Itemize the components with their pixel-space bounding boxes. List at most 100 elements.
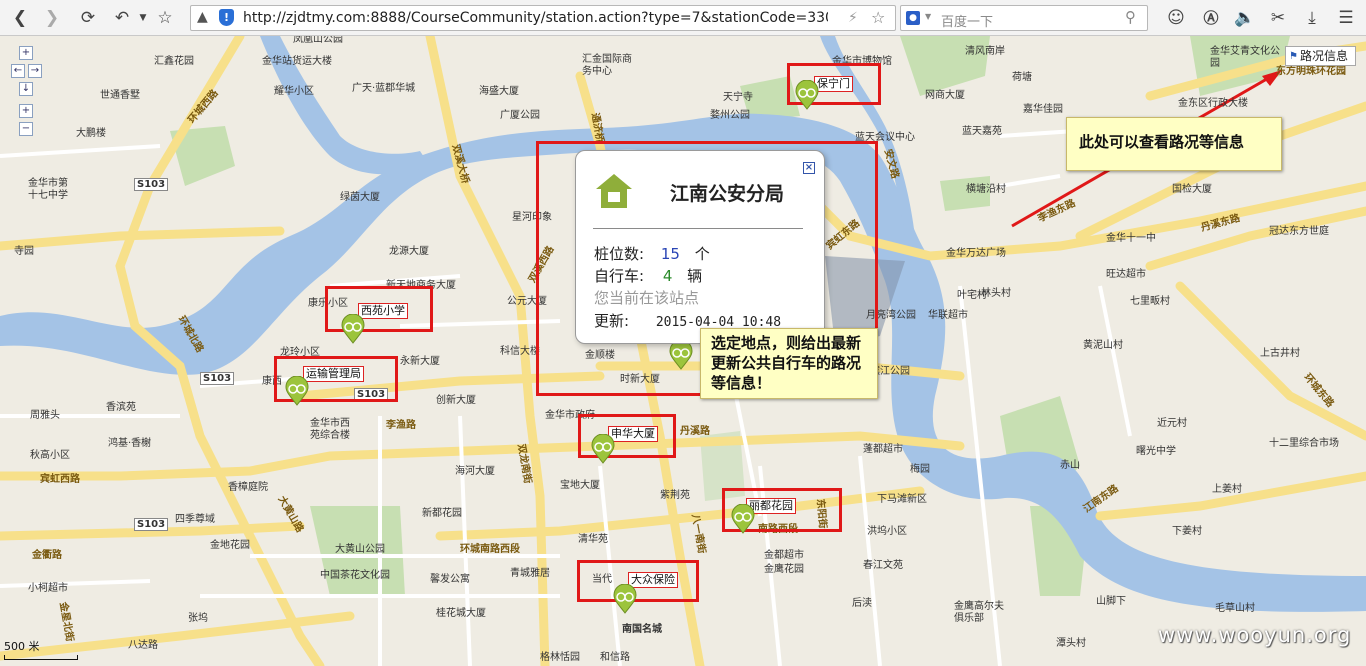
zoom-out-button[interactable]: − (19, 122, 33, 136)
bike-label: 自行车: (594, 267, 645, 285)
map-label: 洪坞小区 (867, 526, 907, 537)
map-label: 海盛大厦 (479, 86, 519, 97)
map-label: 南国名城 (622, 624, 662, 635)
map-label: 广天·蓝郡华城 (352, 83, 416, 94)
map-label: 赤山 (1060, 460, 1080, 471)
map-label: 蓬都超市 (863, 444, 903, 455)
road-label: 金衢路 (32, 550, 62, 561)
map-label: 世通香墅 (100, 90, 140, 101)
map-label: 金华站货运大楼 (262, 56, 332, 67)
map-label: 下马滩新区 (877, 494, 927, 505)
menu-icon[interactable]: ☰ (1334, 6, 1358, 30)
bike-station-pin-icon[interactable] (612, 584, 638, 614)
pan-left-button[interactable]: ← (11, 64, 25, 78)
map-label: 金鹰花园 (764, 564, 804, 575)
map-label: 桂花城大厦 (436, 608, 486, 619)
scale-bar (4, 655, 78, 660)
chat-icon[interactable]: ☺ (1164, 6, 1188, 30)
search-box[interactable]: ● ▼ 百度一下 ⚲ (900, 5, 1148, 31)
bike-unit: 辆 (687, 267, 703, 285)
bike-station-pin-icon[interactable] (794, 80, 820, 110)
map-label: 毛草山村 (1215, 603, 1255, 614)
map-label: 国检大厦 (1172, 184, 1212, 195)
close-icon[interactable]: × (803, 162, 815, 174)
map-label: 金都超市 (764, 550, 804, 561)
forward-icon[interactable]: ❯ (40, 6, 64, 30)
popup-title: 江南公安分局 (670, 183, 785, 205)
download-icon[interactable]: ⤓ (1300, 6, 1324, 30)
map-label: 金华艾青文化公园 (1210, 46, 1280, 69)
station-label-transport-bureau[interactable]: 运输管理局 (303, 366, 364, 382)
watermark: www.wooyun.org (1158, 623, 1352, 647)
map-label: 上古井村 (1260, 348, 1300, 359)
flag-icon: ⚑ (1289, 51, 1298, 62)
map-label: 龙源大厦 (389, 246, 429, 257)
map-label: 汇鑫花园 (154, 56, 194, 67)
back-icon[interactable]: ❮ (8, 6, 32, 30)
reload-icon[interactable]: ⟳ (76, 6, 100, 30)
zoom-in-button[interactable]: + (19, 104, 33, 118)
map-label: 梅园 (910, 464, 930, 475)
map-label: 旺达超市 (1106, 269, 1146, 280)
map-label: 婺州公园 (710, 110, 750, 121)
bike-count-row: 自行车: 4 辆 (594, 265, 702, 286)
map-label: 寺园 (14, 246, 34, 257)
road-label: 李渔路 (386, 420, 416, 431)
pan-down-button[interactable]: ↓ (19, 82, 33, 96)
highway-shield: S103 (134, 178, 169, 191)
bike-station-pin-icon[interactable] (284, 376, 310, 406)
search-icon[interactable]: ⚲ (1125, 8, 1136, 26)
traffic-annotation-note: 此处可以查看路况等信息 (1066, 117, 1282, 171)
map-label: 秋高小区 (30, 450, 70, 461)
bike-station-pin-icon[interactable] (730, 504, 756, 534)
map-scale-label: 500 米 (4, 640, 40, 653)
map-label: 大鹏楼 (76, 128, 106, 139)
url-text[interactable]: http://zjdtmy.com:8888/CourseCommunity/s… (243, 10, 828, 26)
engine-dropdown-icon[interactable]: ▼ (925, 12, 931, 21)
app-launcher-icon[interactable]: ▲ (197, 9, 208, 25)
pile-count-row: 桩位数: 15 个 (594, 243, 710, 264)
road-label: 丹溪路 (680, 426, 710, 437)
map-label: 天宁寺 (723, 92, 753, 103)
map-label: 香滨苑 (106, 402, 136, 413)
pan-up-button[interactable]: + (19, 46, 33, 60)
map-label: 新都花园 (422, 508, 462, 519)
bike-value: 4 (662, 267, 673, 285)
road-label: 宾虹西路 (40, 474, 80, 485)
screenshot-scissors-icon[interactable]: ✂ (1266, 6, 1290, 30)
baidu-paw-icon[interactable]: ● (906, 11, 920, 25)
current-station-note: 您当前在该站点 (594, 289, 700, 307)
map-label: 八达路 (128, 640, 158, 651)
update-label: 更新: (594, 312, 630, 330)
map-canvas[interactable]: 凤凰山公园 汇鑫花园 金华站货运大楼 耀华小区 广天·蓝郡华城 世通香墅 大鹏楼… (0, 36, 1366, 666)
map-label: 大黄山公园 (335, 544, 385, 555)
map-label: 潭头村 (1056, 638, 1086, 649)
map-label: 宝地大厦 (560, 480, 600, 491)
popup-divider (593, 228, 803, 229)
speaker-icon[interactable]: 🔈 (1233, 6, 1257, 30)
pan-right-button[interactable]: → (28, 64, 42, 78)
adblock-icon[interactable]: Ⓐ (1199, 6, 1223, 30)
map-label: 后渎 (852, 598, 872, 609)
map-label: 嘉华佳园 (1023, 104, 1063, 115)
speed-mode-icon[interactable]: ⚡ (848, 10, 858, 26)
map-label: 金华万达广场 (946, 248, 1006, 259)
bookmark-star-icon[interactable]: ☆ (153, 6, 177, 30)
map-label: 金鹰高尔夫俱乐部 (954, 601, 1004, 624)
security-shield-icon[interactable]: ! (219, 9, 234, 26)
map-label: 上姜村 (1212, 484, 1242, 495)
favorite-star-icon[interactable]: ☆ (871, 8, 885, 27)
address-bar[interactable]: ▲ ! http://zjdtmy.com:8888/CourseCommuni… (190, 5, 896, 31)
undo-dropdown-icon[interactable]: ▼ (131, 6, 155, 30)
search-placeholder: 百度一下 (941, 15, 994, 30)
map-label: 十二里综合市场 (1269, 438, 1339, 449)
bike-station-pin-icon[interactable] (590, 434, 616, 464)
map-label: 金华十一中 (1106, 233, 1156, 244)
bike-station-pin-icon[interactable] (668, 340, 694, 370)
traffic-info-button[interactable]: ⚑ 路况信息 (1285, 46, 1356, 66)
bike-station-pin-icon[interactable] (340, 314, 366, 344)
map-label: 金华市西苑综合楼 (310, 418, 350, 441)
map-label: 周雅头 (30, 410, 60, 421)
map-label: 和信路 (600, 652, 630, 663)
map-label: 金地花园 (210, 540, 250, 551)
